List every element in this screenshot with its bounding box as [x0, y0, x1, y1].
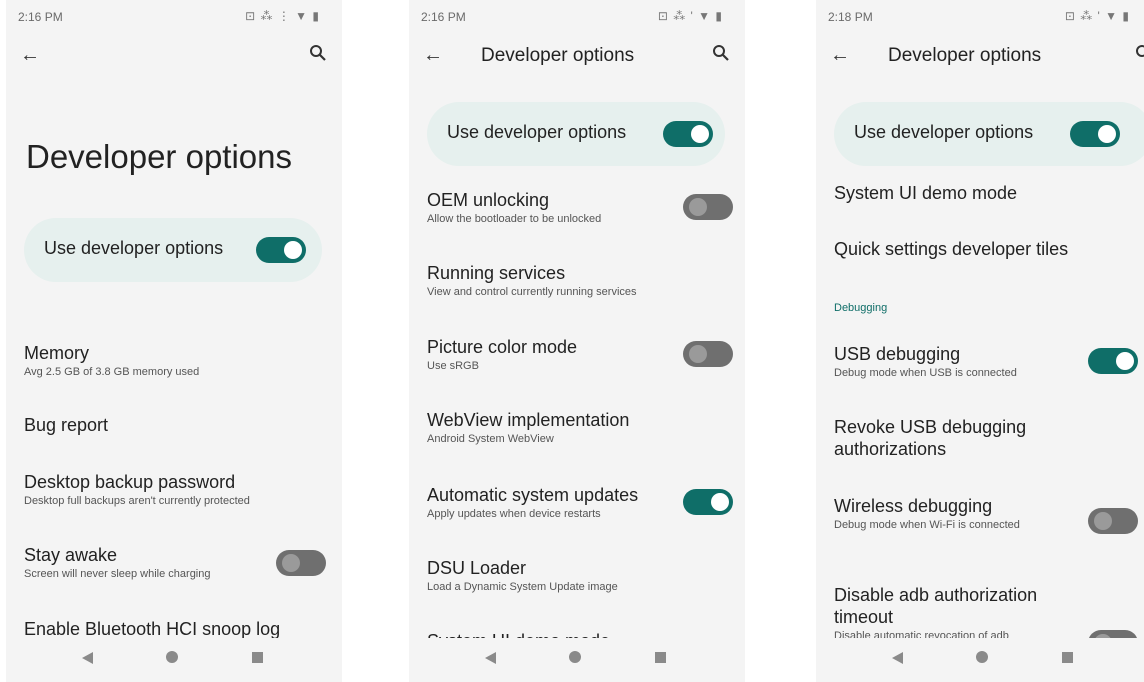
nav-recents-icon[interactable]: [1062, 652, 1073, 663]
use-developer-options-label: Use developer options: [44, 238, 224, 258]
use-developer-options-switch-row[interactable]: Use developer options: [834, 102, 1144, 166]
app-bar: ← Developer options: [816, 40, 1144, 74]
oem-unlocking-subtitle: Allow the bootloader to be unlocked: [427, 213, 602, 225]
running-services-item[interactable]: Running services View and control curren…: [427, 262, 727, 299]
phone-screen-3: 2:18 PM ⊡ ⁂ ' ▼ ▮ ← Developer options Us…: [816, 0, 1144, 682]
app-bar: ←: [6, 40, 342, 74]
stay-awake-item[interactable]: Stay awake Screen will never sleep while…: [24, 544, 264, 581]
quick-settings-developer-tiles-item[interactable]: Quick settings developer tiles: [834, 238, 1134, 260]
running-services-subtitle: View and control currently running servi…: [427, 286, 637, 298]
automatic-system-updates-toggle[interactable]: [683, 489, 733, 515]
nav-back-icon[interactable]: [82, 652, 93, 664]
app-bar-title: Developer options: [481, 45, 635, 66]
back-arrow-icon[interactable]: ←: [20, 44, 40, 67]
status-time: 2:16 PM: [18, 10, 63, 24]
picture-color-mode-title: Picture color mode: [427, 337, 578, 357]
picture-color-mode-item[interactable]: Picture color mode Use sRGB: [427, 336, 667, 373]
desktop-backup-password-item[interactable]: Desktop backup password Desktop full bac…: [24, 471, 324, 508]
stay-awake-toggle[interactable]: [276, 550, 326, 576]
disable-adb-authorization-timeout-title: Disable adb authorization timeout: [834, 585, 1038, 627]
system-ui-demo-mode-item[interactable]: System UI demo mode: [834, 182, 1124, 204]
use-developer-options-switch-row[interactable]: Use developer options: [24, 218, 322, 282]
webview-implementation-item[interactable]: WebView implementation Android System We…: [427, 409, 717, 446]
status-time: 2:18 PM: [828, 10, 873, 24]
picture-color-mode-subtitle: Use sRGB: [427, 360, 479, 372]
oem-unlocking-item[interactable]: OEM unlocking Allow the bootloader to be…: [427, 189, 667, 226]
use-developer-options-label: Use developer options: [854, 122, 1034, 142]
usb-debugging-toggle[interactable]: [1088, 348, 1138, 374]
wireless-debugging-toggle[interactable]: [1088, 508, 1138, 534]
revoke-usb-debugging-item[interactable]: Revoke USB debugging authorizations: [834, 416, 1064, 460]
navigation-bar: [409, 638, 745, 682]
back-arrow-icon[interactable]: ←: [830, 44, 850, 67]
oem-unlocking-title: OEM unlocking: [427, 190, 550, 210]
status-time: 2:16 PM: [421, 10, 466, 24]
status-bar: 2:18 PM ⊡ ⁂ ' ▼ ▮: [816, 8, 1144, 28]
page-title: Developer options: [26, 138, 292, 175]
app-bar-title: Developer options: [888, 45, 1042, 66]
running-services-title: Running services: [427, 263, 566, 283]
wireless-debugging-subtitle: Debug mode when Wi-Fi is connected: [834, 519, 1020, 531]
nav-back-icon[interactable]: [892, 652, 903, 664]
nav-back-icon[interactable]: [485, 652, 496, 664]
desktop-backup-password-title: Desktop backup password: [24, 472, 236, 492]
wireless-debugging-title: Wireless debugging: [834, 496, 993, 516]
app-bar: ← Developer options: [409, 40, 745, 74]
search-icon[interactable]: [1134, 43, 1144, 63]
status-bar: 2:16 PM ⊡ ⁂ ' ▼ ▮: [409, 8, 745, 28]
debugging-category-header: Debugging: [834, 302, 888, 314]
use-developer-options-toggle[interactable]: [663, 121, 713, 147]
dsu-loader-item[interactable]: DSU Loader Load a Dynamic System Update …: [427, 557, 717, 594]
use-developer-options-label: Use developer options: [447, 122, 627, 142]
bluetooth-hci-snoop-item[interactable]: Enable Bluetooth HCI snoop log: [24, 618, 324, 640]
phone-screen-1: 2:16 PM ⊡ ⁂ ⋮ ▼ ▮ ← Developer options Us…: [6, 0, 342, 682]
use-developer-options-toggle[interactable]: [1070, 121, 1120, 147]
dsu-loader-title: DSU Loader: [427, 558, 527, 578]
disable-adb-authorization-timeout-item[interactable]: Disable adb authorization timeout Disabl…: [834, 584, 1074, 643]
nav-recents-icon[interactable]: [252, 652, 263, 663]
nav-home-icon[interactable]: [976, 651, 988, 663]
automatic-system-updates-title: Automatic system updates: [427, 485, 639, 505]
nav-recents-icon[interactable]: [655, 652, 666, 663]
quick-settings-developer-tiles-title: Quick settings developer tiles: [834, 239, 1069, 259]
status-bar: 2:16 PM ⊡ ⁂ ⋮ ▼ ▮: [6, 8, 342, 28]
revoke-usb-debugging-title: Revoke USB debugging authorizations: [834, 417, 1027, 459]
use-developer-options-switch-row[interactable]: Use developer options: [427, 102, 725, 166]
stay-awake-title: Stay awake: [24, 545, 118, 565]
usb-debugging-item[interactable]: USB debugging Debug mode when USB is con…: [834, 343, 1074, 380]
navigation-bar: [6, 638, 342, 682]
stay-awake-subtitle: Screen will never sleep while charging: [24, 568, 211, 580]
memory-item[interactable]: Memory Avg 2.5 GB of 3.8 GB memory used: [24, 342, 314, 379]
webview-implementation-subtitle: Android System WebView: [427, 433, 554, 445]
dsu-loader-subtitle: Load a Dynamic System Update image: [427, 581, 618, 593]
status-icons: ⊡ ⁂ ⋮ ▼ ▮: [245, 9, 320, 23]
automatic-system-updates-item[interactable]: Automatic system updates Apply updates w…: [427, 484, 677, 521]
desktop-backup-password-subtitle: Desktop full backups aren't currently pr…: [24, 495, 250, 507]
status-icons: ⊡ ⁂ ' ▼ ▮: [1064, 9, 1130, 23]
system-ui-demo-mode-title: System UI demo mode: [834, 183, 1018, 203]
status-icons: ⊡ ⁂ ' ▼ ▮: [657, 9, 723, 23]
bug-report-title: Bug report: [24, 415, 109, 435]
usb-debugging-title: USB debugging: [834, 344, 961, 364]
memory-subtitle: Avg 2.5 GB of 3.8 GB memory used: [24, 366, 200, 378]
search-icon[interactable]: [711, 43, 731, 63]
automatic-system-updates-subtitle: Apply updates when device restarts: [427, 508, 601, 520]
use-developer-options-toggle[interactable]: [256, 237, 306, 263]
oem-unlocking-toggle[interactable]: [683, 194, 733, 220]
nav-home-icon[interactable]: [166, 651, 178, 663]
memory-title: Memory: [24, 343, 90, 363]
wireless-debugging-item[interactable]: Wireless debugging Debug mode when Wi-Fi…: [834, 495, 1024, 532]
bug-report-item[interactable]: Bug report: [24, 414, 314, 436]
phone-screen-2: 2:16 PM ⊡ ⁂ ' ▼ ▮ ← Developer options Us…: [409, 0, 745, 682]
bluetooth-hci-snoop-title: Enable Bluetooth HCI snoop log: [24, 619, 281, 639]
webview-implementation-title: WebView implementation: [427, 410, 630, 430]
back-arrow-icon[interactable]: ←: [423, 44, 443, 67]
nav-home-icon[interactable]: [569, 651, 581, 663]
navigation-bar: [816, 638, 1144, 682]
usb-debugging-subtitle: Debug mode when USB is connected: [834, 367, 1017, 379]
picture-color-mode-toggle[interactable]: [683, 341, 733, 367]
search-icon[interactable]: [308, 43, 328, 63]
